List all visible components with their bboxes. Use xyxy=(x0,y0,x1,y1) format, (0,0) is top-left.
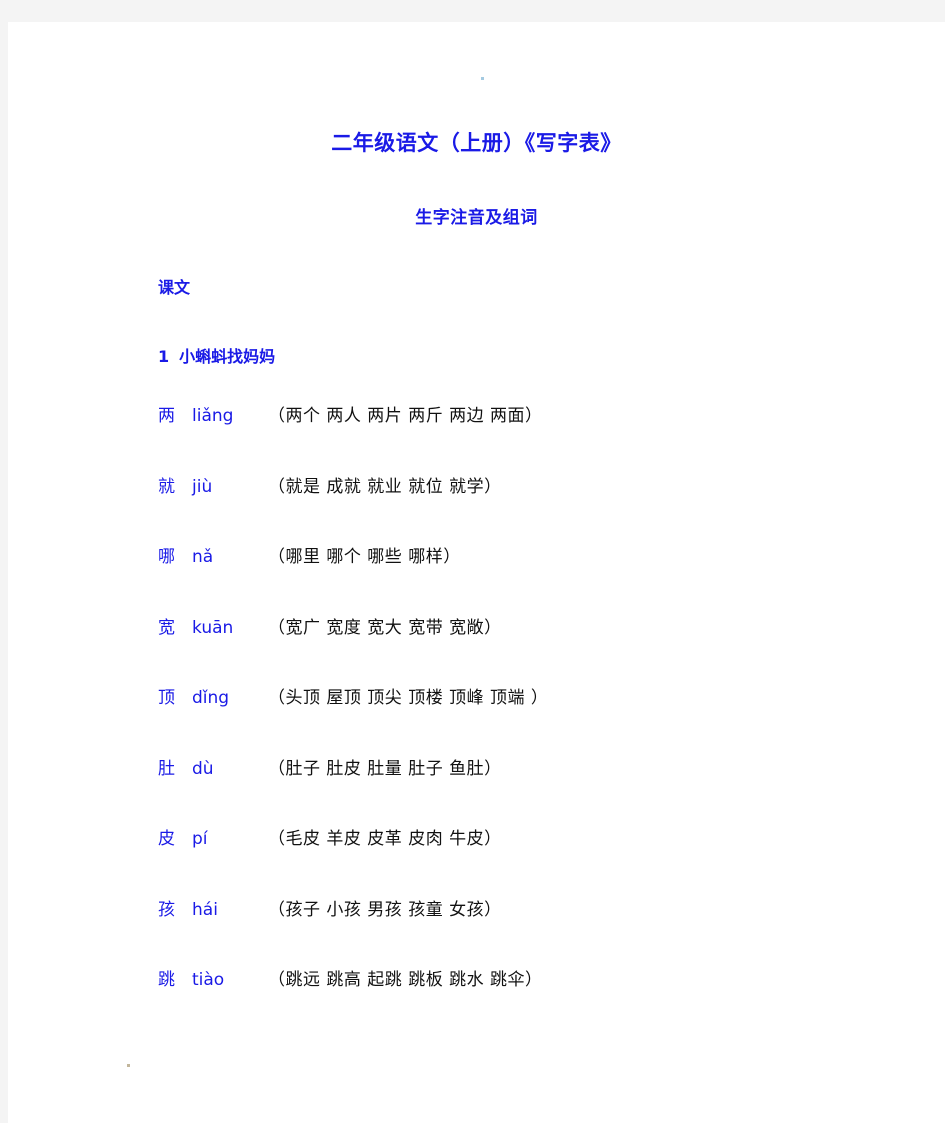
character-entry-list: 两 liǎng （两个 两人 两片 两斤 两边 两面） 就 jiù （就是 成就 就业 … xyxy=(158,402,918,1037)
scan-speck-top xyxy=(481,77,484,80)
entry-words: （就是 成就 就业 就位 就学） xyxy=(268,476,502,497)
entry-pinyin: jiù xyxy=(192,476,213,497)
character-entry-row: 皮 pí （毛皮 羊皮 皮革 皮肉 牛皮） xyxy=(158,825,918,896)
entry-character: 就 xyxy=(158,476,175,497)
entry-character: 哪 xyxy=(158,547,175,567)
lesson-number: 1 xyxy=(158,347,170,366)
entry-character: 跳 xyxy=(158,970,175,990)
entry-pinyin: nǎ xyxy=(192,547,214,567)
character-entry-row: 宽 kuān （宽广 宽度 宽大 宽带 宽敞） xyxy=(158,614,918,685)
character-entry-row: 顶 dǐng （头顶 屋顶 顶尖 顶楼 顶峰 顶端 ） xyxy=(158,684,918,755)
document-body: 二年级语文（上册）《写字表》 生字注音及组词 课文 1 小蝌蚪找妈妈 两 liǎng… xyxy=(8,22,945,1123)
entry-character: 肚 xyxy=(158,758,175,779)
entry-words: （两个 两人 两片 两斤 两边 两面） xyxy=(268,406,543,426)
entry-words: （跳远 跳高 起跳 跳板 跳水 跳伞） xyxy=(268,970,543,990)
entry-character: 顶 xyxy=(158,688,175,708)
entry-pinyin: dù xyxy=(192,758,214,779)
character-entry-row: 哪 nǎ （哪里 哪个 哪些 哪样） xyxy=(158,543,918,614)
character-entry-row: 就 jiù （就是 成就 就业 就位 就学） xyxy=(158,473,918,544)
entry-character: 宽 xyxy=(158,617,175,638)
character-entry-row: 两 liǎng （两个 两人 两片 两斤 两边 两面） xyxy=(158,402,918,473)
entry-words: （肚子 肚皮 肚量 肚子 鱼肚） xyxy=(268,758,502,779)
entry-pinyin: liǎng xyxy=(192,406,234,426)
entry-character: 孩 xyxy=(158,899,175,920)
page-title: 二年级语文（上册）《写字表》 xyxy=(331,131,622,155)
entry-pinyin: kuān xyxy=(192,617,234,638)
entry-pinyin: tiào xyxy=(192,970,225,990)
character-entry-row: 肚 dù （肚子 肚皮 肚量 肚子 鱼肚） xyxy=(158,755,918,826)
lesson-title: 小蝌蚪找妈妈 xyxy=(179,347,276,366)
entry-words: （哪里 哪个 哪些 哪样） xyxy=(268,547,461,567)
entry-words: （宽广 宽度 宽大 宽带 宽敞） xyxy=(268,617,502,638)
entry-character: 皮 xyxy=(158,829,175,849)
entry-words: （头顶 屋顶 顶尖 顶楼 顶峰 顶端 ） xyxy=(268,688,549,708)
character-entry-row: 跳 tiào （跳远 跳高 起跳 跳板 跳水 跳伞） xyxy=(158,966,918,1037)
lesson-heading: 1 小蝌蚪找妈妈 xyxy=(158,343,275,367)
section-heading-text: 课文 xyxy=(158,278,191,297)
entry-character: 两 xyxy=(158,406,175,426)
entry-pinyin: pí xyxy=(192,829,208,849)
document-page: 二年级语文（上册）《写字表》 生字注音及组词 课文 1 小蝌蚪找妈妈 两 liǎng… xyxy=(8,22,945,1123)
entry-pinyin: hái xyxy=(192,899,218,920)
character-entry-row: 孩 hái （孩子 小孩 男孩 孩童 女孩） xyxy=(158,896,918,967)
entry-pinyin: dǐng xyxy=(192,688,230,708)
entry-words: （毛皮 羊皮 皮革 皮肉 牛皮） xyxy=(268,829,502,849)
entry-words: （孩子 小孩 男孩 孩童 女孩） xyxy=(268,899,502,920)
page-subtitle: 生字注音及组词 xyxy=(415,208,538,228)
scan-speck-bottom xyxy=(127,1064,130,1067)
